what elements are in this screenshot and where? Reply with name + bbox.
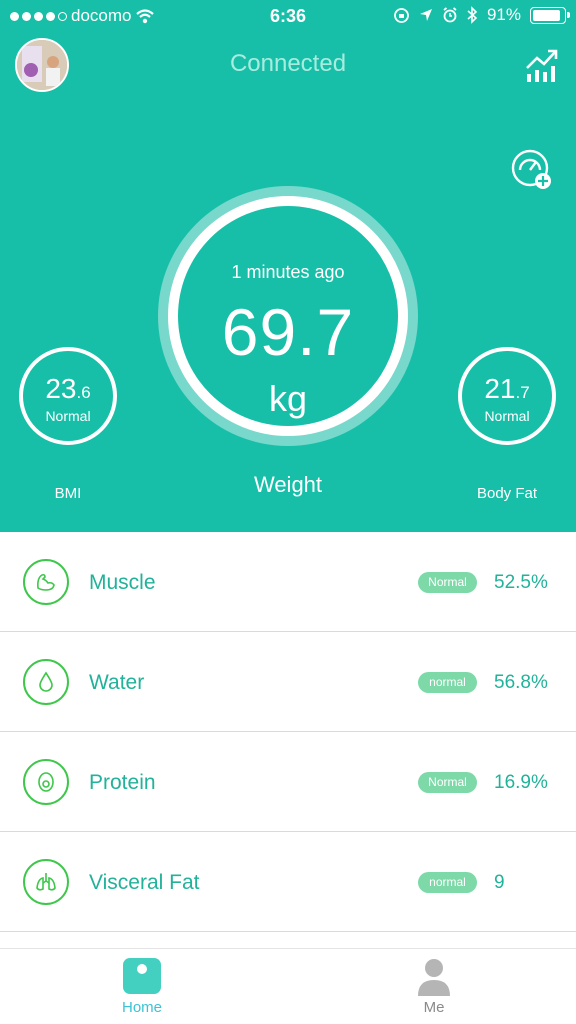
list-item-water[interactable]: Water normal 56.8% [0, 632, 576, 732]
add-measurement-icon[interactable] [510, 148, 554, 192]
person-icon [418, 959, 450, 996]
bluetooth-icon [467, 6, 478, 24]
status-badge: normal [418, 872, 477, 893]
tab-me-label: Me [423, 999, 445, 1016]
summary-panel: docomo 6:36 91% Connected 1 minutes ago … [0, 0, 576, 532]
metric-name: Muscle [89, 571, 156, 594]
bmi-value-dec: .6 [76, 383, 91, 402]
bmi-gauge[interactable]: 23.6 Normal [19, 347, 117, 445]
list-item-protein[interactable]: Protein Normal 16.9% [0, 732, 576, 832]
weight-gauge[interactable]: 1 minutes ago 69.7 kg [158, 186, 418, 446]
list-item-muscle[interactable]: Muscle Normal 52.5% [0, 532, 576, 632]
status-bar: docomo 6:36 91% [0, 0, 576, 34]
muscle-icon [23, 559, 69, 605]
tab-bar: Home Me [0, 948, 576, 1024]
weight-timestamp: 1 minutes ago [231, 262, 345, 282]
metric-value: 56.8% [494, 672, 548, 693]
rotation-lock-icon [394, 7, 409, 23]
battery-icon [530, 6, 570, 24]
weight-value: 69.7 [221, 295, 355, 369]
status-badge: Normal [418, 572, 477, 593]
body-fat-status: Normal [484, 408, 530, 424]
trend-chart-icon[interactable] [524, 44, 560, 84]
metric-name: Water [89, 671, 145, 694]
status-badge: Normal [418, 772, 477, 793]
metrics-list: Muscle Normal 52.5% Water normal 56.8% P… [0, 532, 576, 932]
battery-percent: 91% [486, 5, 521, 24]
tab-home[interactable]: Home [92, 949, 192, 1024]
tab-me[interactable]: Me [384, 949, 484, 1024]
home-icon [123, 958, 161, 994]
metric-value: 52.5% [494, 572, 548, 593]
lungs-icon [23, 859, 69, 905]
metric-name: Visceral Fat [89, 871, 200, 894]
body-fat-label: Body Fat [476, 485, 538, 502]
status-badge: normal [418, 672, 477, 693]
metric-value: 16.9% [494, 772, 548, 793]
weight-unit: kg [268, 378, 308, 419]
tab-home-label: Home [121, 999, 162, 1016]
metric-name: Protein [89, 771, 156, 794]
bmi-value-int: 23 [45, 373, 77, 404]
list-item-visceral-fat[interactable]: Visceral Fat normal 9 [0, 832, 576, 932]
bmi-label: BMI [54, 485, 82, 502]
protein-icon [23, 759, 69, 805]
alarm-icon [443, 7, 457, 23]
metric-value: 9 [494, 872, 505, 893]
location-icon [419, 9, 432, 21]
connection-status: Connected [229, 50, 347, 77]
body-fat-value-dec: .7 [515, 383, 530, 402]
bmi-status: Normal [45, 408, 91, 424]
water-drop-icon [23, 659, 69, 705]
body-fat-gauge[interactable]: 21.7 Normal [458, 347, 556, 445]
body-fat-value-int: 21 [484, 373, 516, 404]
